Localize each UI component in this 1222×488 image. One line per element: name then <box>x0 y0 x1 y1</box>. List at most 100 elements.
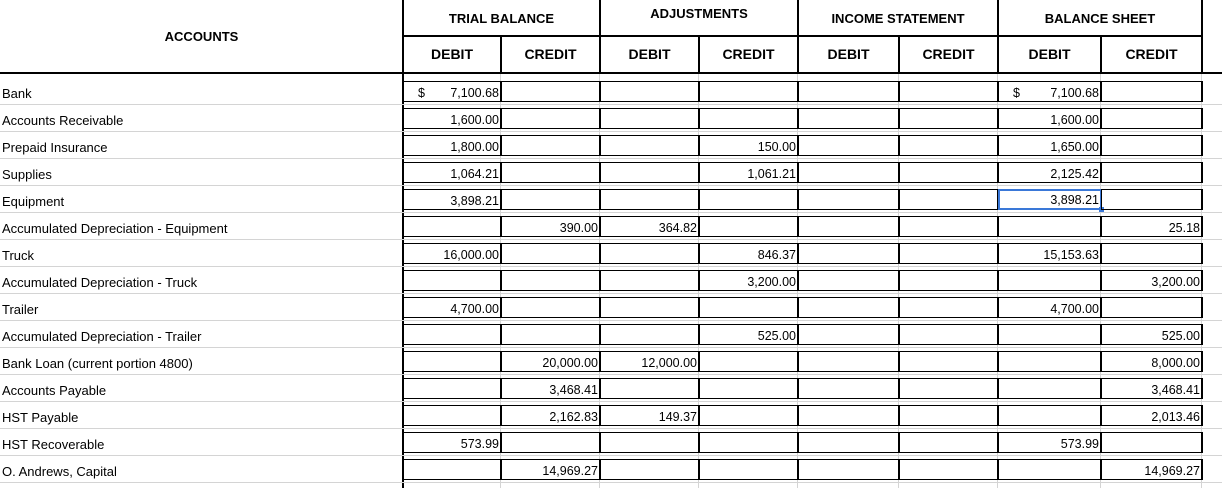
is-credit-cell[interactable] <box>899 351 999 372</box>
bs-debit-cell[interactable]: 573.99 <box>998 432 1102 453</box>
is-credit-cell[interactable] <box>899 459 999 480</box>
tb-credit-cell[interactable] <box>501 297 601 318</box>
account-name[interactable]: Accumulated Depreciation - Equipment <box>2 221 227 236</box>
bs-debit-cell[interactable] <box>998 324 1102 345</box>
adj-credit-cell[interactable] <box>699 351 799 372</box>
adj-credit-cell[interactable] <box>699 216 799 237</box>
tb-credit-header[interactable]: CREDIT <box>501 36 600 72</box>
adj-credit-cell[interactable] <box>699 108 799 129</box>
adj-credit-cell[interactable] <box>699 378 799 399</box>
tb-debit-cell[interactable] <box>403 270 502 291</box>
bs-credit-cell[interactable] <box>1101 108 1203 129</box>
income-statement-header[interactable]: INCOME STATEMENT <box>798 0 998 36</box>
is-debit-cell[interactable] <box>798 459 900 480</box>
is-debit-cell[interactable] <box>798 108 900 129</box>
is-credit-header[interactable]: CREDIT <box>899 36 998 72</box>
bs-credit-cell[interactable] <box>1101 81 1203 102</box>
adj-credit-cell[interactable] <box>699 405 799 426</box>
bs-credit-cell[interactable] <box>1101 189 1203 210</box>
tb-debit-cell[interactable] <box>403 378 502 399</box>
bs-debit-cell[interactable]: 1,650.00 <box>998 135 1102 156</box>
is-credit-cell[interactable] <box>899 135 999 156</box>
adj-credit-cell[interactable]: 846.37 <box>699 243 799 264</box>
is-debit-cell[interactable] <box>798 351 900 372</box>
is-credit-cell[interactable] <box>899 324 999 345</box>
adj-debit-cell[interactable]: 364.82 <box>600 216 700 237</box>
account-name[interactable]: HST Recoverable <box>2 437 104 452</box>
tb-credit-cell[interactable] <box>501 324 601 345</box>
is-credit-cell[interactable] <box>899 378 999 399</box>
account-name[interactable]: O. Andrews, Capital <box>2 464 117 479</box>
accounts-header[interactable]: ACCOUNTS <box>0 0 403 72</box>
account-name[interactable]: Accumulated Depreciation - Trailer <box>2 329 201 344</box>
account-name[interactable]: Bank <box>2 86 32 101</box>
is-credit-cell[interactable] <box>899 162 999 183</box>
tb-credit-cell[interactable] <box>501 162 601 183</box>
tb-credit-cell[interactable] <box>501 243 601 264</box>
account-name[interactable]: Accumulated Depreciation - Truck <box>2 275 197 290</box>
is-debit-cell[interactable] <box>798 297 900 318</box>
bs-credit-cell[interactable] <box>1101 297 1203 318</box>
is-credit-cell[interactable] <box>899 432 999 453</box>
bs-credit-cell[interactable]: 3,468.41 <box>1101 378 1203 399</box>
adj-credit-cell[interactable] <box>699 189 799 210</box>
adj-debit-cell[interactable] <box>600 81 700 102</box>
bs-debit-header[interactable]: DEBIT <box>998 36 1101 72</box>
account-name[interactable]: Supplies <box>2 167 52 182</box>
adj-debit-cell[interactable]: 12,000.00 <box>600 351 700 372</box>
bs-credit-cell[interactable]: 525.00 <box>1101 324 1203 345</box>
bs-debit-cell[interactable] <box>998 351 1102 372</box>
adj-debit-cell[interactable] <box>600 189 700 210</box>
is-debit-cell[interactable] <box>798 189 900 210</box>
bs-debit-cell[interactable] <box>998 459 1102 480</box>
is-debit-cell[interactable] <box>798 378 900 399</box>
adj-debit-cell[interactable] <box>600 432 700 453</box>
is-debit-cell[interactable] <box>798 405 900 426</box>
is-debit-cell[interactable] <box>798 243 900 264</box>
is-debit-cell[interactable] <box>798 324 900 345</box>
tb-debit-cell[interactable] <box>403 351 502 372</box>
adj-debit-cell[interactable] <box>600 162 700 183</box>
bs-credit-cell[interactable] <box>1101 135 1203 156</box>
tb-credit-cell[interactable]: 20,000.00 <box>501 351 601 372</box>
tb-credit-cell[interactable]: 14,969.27 <box>501 459 601 480</box>
is-debit-cell[interactable] <box>798 432 900 453</box>
adj-credit-cell[interactable]: 525.00 <box>699 324 799 345</box>
is-debit-header[interactable]: DEBIT <box>798 36 899 72</box>
adj-credit-cell[interactable]: 3,200.00 <box>699 270 799 291</box>
is-debit-cell[interactable] <box>798 135 900 156</box>
tb-credit-cell[interactable] <box>501 270 601 291</box>
account-name[interactable]: Truck <box>2 248 34 263</box>
tb-credit-cell[interactable] <box>501 432 601 453</box>
bs-debit-cell[interactable] <box>998 405 1102 426</box>
tb-credit-cell[interactable]: 3,468.41 <box>501 378 601 399</box>
tb-debit-cell[interactable]: 573.99 <box>403 432 502 453</box>
tb-credit-cell[interactable] <box>501 81 601 102</box>
adj-debit-cell[interactable] <box>600 135 700 156</box>
account-name[interactable]: Prepaid Insurance <box>2 140 108 155</box>
adj-credit-cell[interactable]: 150.00 <box>699 135 799 156</box>
bs-debit-cell[interactable]: 4,700.00 <box>998 297 1102 318</box>
account-name[interactable]: HST Payable <box>2 410 78 425</box>
adj-credit-header[interactable]: CREDIT <box>699 36 798 72</box>
account-name[interactable]: Accounts Payable <box>2 383 106 398</box>
is-debit-cell[interactable] <box>798 81 900 102</box>
bs-credit-cell[interactable]: 8,000.00 <box>1101 351 1203 372</box>
tb-debit-cell[interactable]: 1,800.00 <box>403 135 502 156</box>
is-debit-cell[interactable] <box>798 270 900 291</box>
account-name[interactable]: Bank Loan (current portion 4800) <box>2 356 193 371</box>
bs-credit-cell[interactable] <box>1101 432 1203 453</box>
tb-debit-cell[interactable] <box>403 405 502 426</box>
adj-credit-cell[interactable] <box>699 81 799 102</box>
account-name[interactable]: Trailer <box>2 302 38 317</box>
tb-debit-cell[interactable] <box>403 324 502 345</box>
tb-debit-cell[interactable]: 1,064.21 <box>403 162 502 183</box>
bs-credit-cell[interactable] <box>1101 243 1203 264</box>
is-debit-cell[interactable] <box>798 162 900 183</box>
adj-debit-cell[interactable] <box>600 243 700 264</box>
bs-debit-cell[interactable] <box>998 378 1102 399</box>
tb-debit-cell[interactable]: 16,000.00 <box>403 243 502 264</box>
is-credit-cell[interactable] <box>899 297 999 318</box>
tb-debit-cell[interactable]: 4,700.00 <box>403 297 502 318</box>
adj-debit-header[interactable]: DEBIT <box>600 36 699 72</box>
